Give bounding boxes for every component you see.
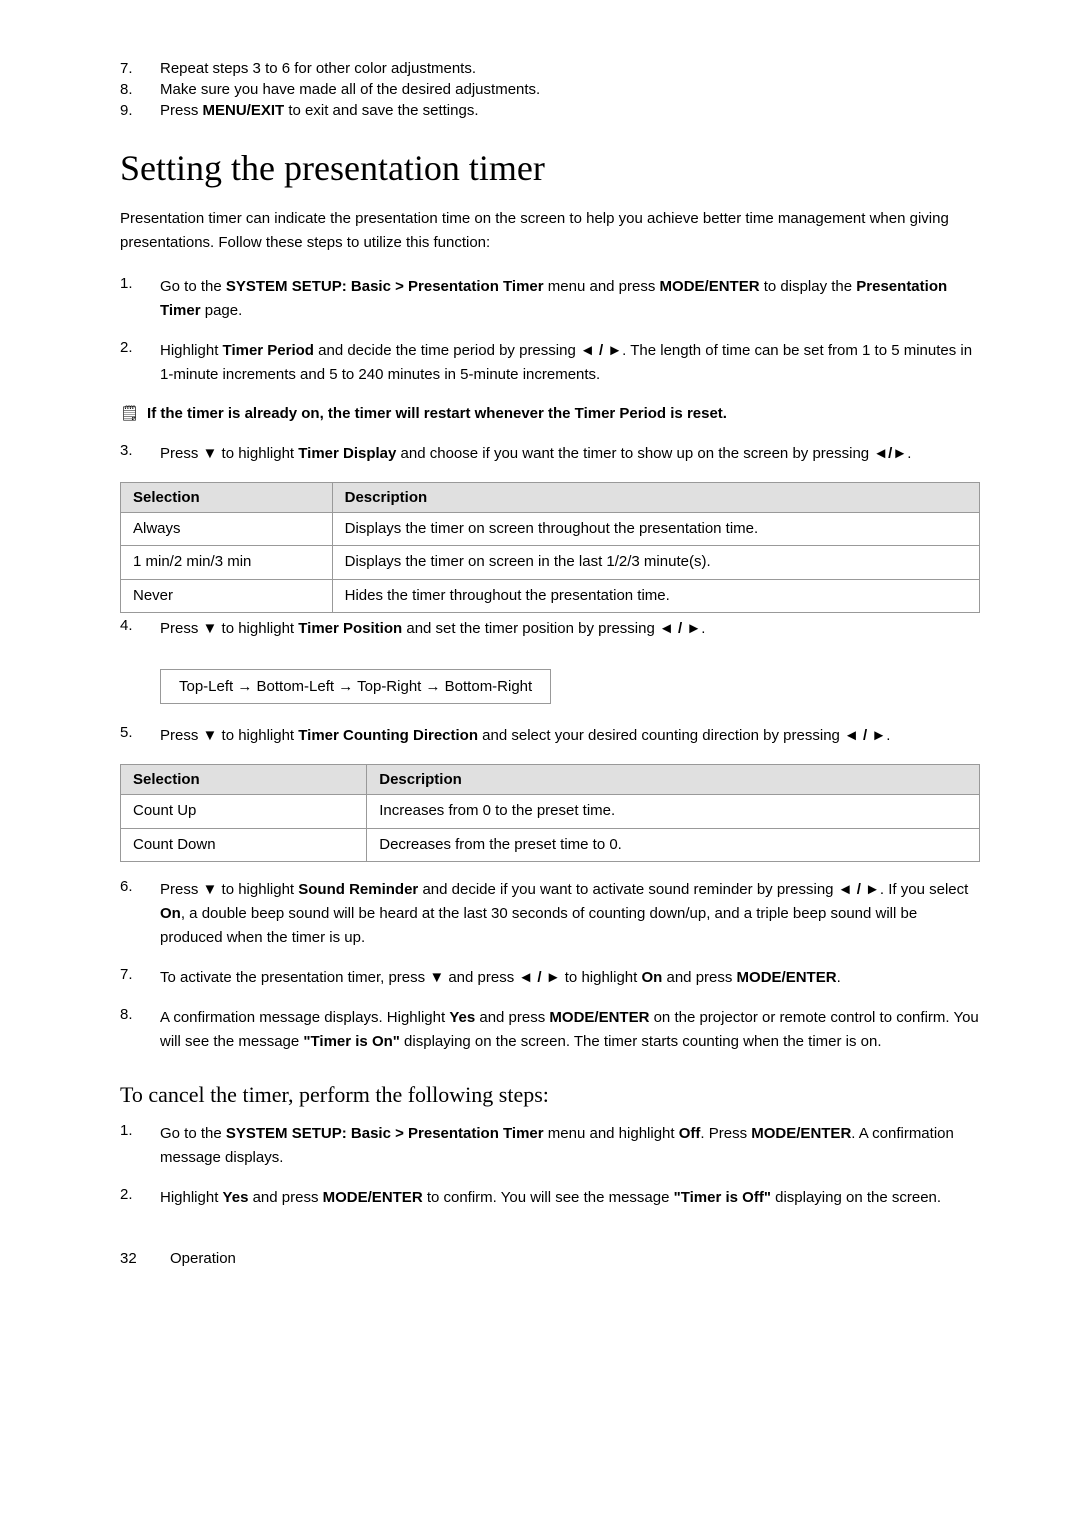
list-item-text: Make sure you have made all of the desir… (160, 81, 540, 98)
timer-display-table: Selection Description Always Displays th… (120, 482, 980, 614)
section-title: Setting the presentation timer (120, 147, 980, 189)
step-3: 3. Press ▼ to highlight Timer Display an… (120, 442, 980, 466)
step-content: Press ▼ to highlight Sound Reminder and … (160, 878, 980, 950)
table-header-selection: Selection (121, 482, 333, 512)
table-cell-selection: Never (121, 579, 333, 613)
table-row: Always Displays the timer on screen thro… (121, 512, 980, 546)
step-num: 3. (120, 442, 160, 466)
step-8: 8. A confirmation message displays. High… (120, 1006, 980, 1054)
step-content: To activate the presentation timer, pres… (160, 966, 980, 990)
table-cell-description: Hides the timer throughout the presentat… (332, 579, 979, 613)
list-item-text: Repeat steps 3 to 6 for other color adju… (160, 60, 476, 77)
list-item-num: 8. (120, 81, 160, 98)
table-cell-selection: Count Down (121, 828, 367, 862)
step-content: Go to the SYSTEM SETUP: Basic > Presenta… (160, 275, 980, 323)
step-4: 4. Press ▼ to highlight Timer Position a… (120, 617, 980, 641)
table-row: Count Down Decreases from the preset tim… (121, 828, 980, 862)
step-num: 8. (120, 1006, 160, 1054)
step-num: 4. (120, 617, 160, 641)
table-row: Never Hides the timer throughout the pre… (121, 579, 980, 613)
table-row: 1 min/2 min/3 min Displays the timer on … (121, 546, 980, 580)
table-cell-selection: Always (121, 512, 333, 546)
step-num: 5. (120, 724, 160, 748)
counting-direction-table: Selection Description Count Up Increases… (120, 764, 980, 862)
step-2: 2. Highlight Timer Period and decide the… (120, 339, 980, 387)
table-cell-selection: 1 min/2 min/3 min (121, 546, 333, 580)
step-content: Press ▼ to highlight Timer Display and c… (160, 442, 980, 466)
cancel-step-2: 2. Highlight Yes and press MODE/ENTER to… (120, 1186, 980, 1210)
step-1: 1. Go to the SYSTEM SETUP: Basic > Prese… (120, 275, 980, 323)
table-cell-description: Decreases from the preset time to 0. (367, 828, 980, 862)
table-header-description: Description (367, 765, 980, 795)
step-num: 1. (120, 1122, 160, 1170)
step-content: Press ▼ to highlight Timer Counting Dire… (160, 724, 980, 748)
cancel-step-1: 1. Go to the SYSTEM SETUP: Basic > Prese… (120, 1122, 980, 1170)
note-box: 🗒 If the timer is already on, the timer … (120, 403, 980, 426)
cancel-steps-list: 1. Go to the SYSTEM SETUP: Basic > Prese… (120, 1122, 980, 1210)
step-num: 7. (120, 966, 160, 990)
list-item-num: 9. (120, 102, 160, 119)
cancel-section-title: To cancel the timer, perform the followi… (120, 1082, 980, 1108)
main-steps-list-continued: 3. Press ▼ to highlight Timer Display an… (120, 442, 980, 466)
table-cell-description: Increases from 0 to the preset time. (367, 795, 980, 829)
step-content: Go to the SYSTEM SETUP: Basic > Presenta… (160, 1122, 980, 1170)
table-header-selection: Selection (121, 765, 367, 795)
step-content: Highlight Yes and press MODE/ENTER to co… (160, 1186, 980, 1210)
section-intro: Presentation timer can indicate the pres… (120, 207, 980, 255)
list-item: 8. Make sure you have made all of the de… (120, 81, 980, 98)
main-steps-list: 1. Go to the SYSTEM SETUP: Basic > Prese… (120, 275, 980, 387)
table-cell-description: Displays the timer on screen throughout … (332, 512, 979, 546)
note-icon: 🗒 (120, 404, 139, 422)
step-content: A confirmation message displays. Highlig… (160, 1006, 980, 1054)
position-box: Top-Left → Bottom-Left → Top-Right → Bot… (160, 669, 551, 704)
note-text: If the timer is already on, the timer wi… (147, 403, 727, 426)
footer-page-num: 32 (120, 1250, 170, 1267)
step-5: 5. Press ▼ to highlight Timer Counting D… (120, 724, 980, 748)
main-steps-list-continued3: 5. Press ▼ to highlight Timer Counting D… (120, 724, 980, 748)
table-cell-selection: Count Up (121, 795, 367, 829)
step-7: 7. To activate the presentation timer, p… (120, 966, 980, 990)
list-item-num: 7. (120, 60, 160, 77)
step-content: Highlight Timer Period and decide the ti… (160, 339, 980, 387)
table-row: Count Up Increases from 0 to the preset … (121, 795, 980, 829)
step-num: 2. (120, 339, 160, 387)
footer-label: Operation (170, 1250, 236, 1267)
table-header-description: Description (332, 482, 979, 512)
position-box-wrapper: Top-Left → Bottom-Left → Top-Right → Bot… (160, 657, 980, 708)
position-text: Top-Left → Bottom-Left → Top-Right → Bot… (179, 678, 532, 695)
step-6: 6. Press ▼ to highlight Sound Reminder a… (120, 878, 980, 950)
list-item: 7. Repeat steps 3 to 6 for other color a… (120, 60, 980, 77)
intro-list: 7. Repeat steps 3 to 6 for other color a… (120, 60, 980, 119)
list-item: 9. Press MENU/EXIT to exit and save the … (120, 102, 980, 119)
step-num: 2. (120, 1186, 160, 1210)
footer: 32 Operation (120, 1250, 980, 1267)
main-steps-list-continued2: 4. Press ▼ to highlight Timer Position a… (120, 617, 980, 641)
table-cell-description: Displays the timer on screen in the last… (332, 546, 979, 580)
main-steps-list-continued4: 6. Press ▼ to highlight Sound Reminder a… (120, 878, 980, 1054)
step-content: Press ▼ to highlight Timer Position and … (160, 617, 980, 641)
list-item-text: Press MENU/EXIT to exit and save the set… (160, 102, 479, 119)
step-num: 6. (120, 878, 160, 950)
step-num: 1. (120, 275, 160, 323)
